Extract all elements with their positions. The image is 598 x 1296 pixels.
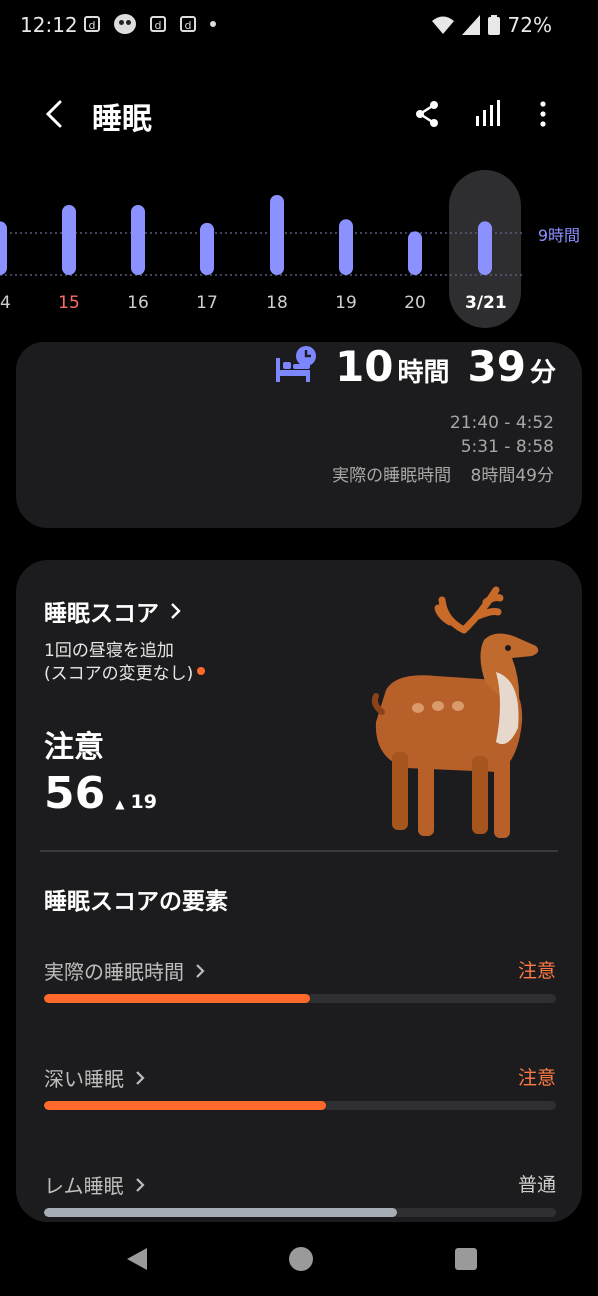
factor-status: 注意 [517,960,556,982]
bed-time-icon [276,346,316,382]
score-factor-item[interactable]: 深い睡眠 注意 [44,1063,556,1123]
factor-progress-track [44,1208,556,1217]
sleep-score-value: 56 [44,768,106,819]
d-app-icon: d [84,16,100,32]
actual-sleep-label: 実際の睡眠時間 [332,466,452,486]
notification-icons: d d d [84,14,216,34]
score-unchanged-text: (スコアの変更なし) [44,664,194,684]
sleep-bar-17[interactable] [200,222,214,275]
score-change-value: 19 [130,791,157,813]
chevron-right-icon [136,1070,145,1085]
battery-percent: 72% [507,13,552,37]
more-vert-icon [540,101,546,127]
score-factors-title: 睡眠スコアの要素 [44,889,228,915]
reference-line-label: 9時間 [537,226,580,245]
score-value-row: 56 ▲ 19 [44,768,157,819]
status-bar: 12:12 d d d 72% [0,0,598,52]
score-factor-item[interactable]: レム睡眠 普通 [44,1170,556,1230]
factor-progress-fill [44,1101,326,1110]
factor-progress-fill [44,1208,398,1217]
d-app-icon: d [150,16,166,32]
x-label-15[interactable]: 15 [49,293,89,313]
x-label-17[interactable]: 17 [187,293,227,313]
factor-progress-track [44,994,556,1003]
more-notifications-dot-icon [210,21,216,27]
factor-name: 深い睡眠 [44,1067,124,1091]
section-divider [40,850,558,852]
x-label-3-21[interactable]: 3/21 [465,293,507,313]
factor-status: 普通 [517,1174,556,1196]
score-unchanged-note: (スコアの変更なし) [44,659,206,684]
score-change: ▲ 19 [115,791,157,813]
factor-progress-track [44,1101,556,1110]
up-triangle-icon: ▲ [115,797,125,811]
total-sleep-duration: 10 時間 39 分 [335,342,556,391]
sleep-bar-16[interactable] [131,205,145,275]
factor-name: 実際の睡眠時間 [44,960,184,984]
more-options-button[interactable] [525,96,561,132]
sleep-period-1: 21:40 - 4:52 [449,413,554,433]
sleep-summary-card[interactable]: 10 時間 39 分 21:40 - 4:52 5:31 - 8:58 実際の睡… [16,342,582,528]
x-label-14[interactable]: 14 [0,293,20,313]
share-button[interactable] [409,96,445,132]
deer-mascot-illustration [371,586,539,838]
sleep-chart[interactable]: 9時間 14 15 16 17 18 19 20 3/21 [0,165,598,335]
nap-added-text: 1回の昼寝を追加 [44,641,174,661]
sleep-period-2: 5:31 - 8:58 [460,437,554,457]
sleep-bar-14[interactable] [0,221,7,275]
page-title: 睡眠 [92,102,152,137]
total-hours: 10 [335,342,394,391]
home-nav-icon[interactable] [288,1246,314,1272]
chevron-right-icon [196,963,205,978]
x-label-16[interactable]: 16 [118,293,158,313]
mascot-icon [114,14,136,34]
score-factor-item[interactable]: 実際の睡眠時間 注意 [44,956,556,1016]
chevron-right-icon [135,1177,145,1192]
sleep-score-card: 睡眠スコア 1回の昼寝を追加 (スコアの変更なし) 注意 56 ▲ 19 睡眠スコ… [16,560,582,1222]
factor-label: レム睡眠 [44,1170,146,1199]
back-arrow-icon [45,100,62,128]
app-header: 睡眠 [0,80,598,150]
sleep-bars [0,195,522,276]
factor-status: 注意 [517,1067,556,1089]
share-icon [416,101,438,127]
system-navigation-bar [0,1226,598,1296]
x-label-18[interactable]: 18 [257,293,297,313]
factor-progress-fill [44,994,311,1003]
actual-sleep-value: 8時間49分 [470,466,554,486]
sleep-bar-3-21[interactable] [478,221,492,275]
total-minutes: 39 [467,342,526,391]
wifi-icon [432,16,454,34]
battery-icon [488,15,500,35]
status-time: 12:12 [20,13,78,37]
factor-label: 深い睡眠 [44,1063,146,1092]
x-label-20[interactable]: 20 [395,293,435,313]
trends-button[interactable] [470,96,506,132]
sleep-bar-19[interactable] [339,219,353,275]
back-nav-icon[interactable] [124,1246,150,1272]
sleep-bar-15[interactable] [62,205,76,275]
actual-sleep-time-row: 実際の睡眠時間 8時間49分 [332,461,554,486]
sleep-score-link[interactable]: 睡眠スコア [44,594,183,628]
score-status: 注意 [44,730,104,765]
x-label-19[interactable]: 19 [326,293,366,313]
sleep-bar-20[interactable] [408,231,422,275]
sleep-score-title: 睡眠スコア [44,601,159,627]
factor-label: 実際の睡眠時間 [44,956,206,985]
hours-unit: 時間 [397,358,450,388]
signal-icon [462,15,480,35]
recents-nav-icon[interactable] [453,1246,479,1272]
minutes-unit: 分 [529,358,556,388]
sleep-bar-18[interactable] [270,195,284,275]
factor-name: レム睡眠 [44,1174,124,1198]
new-indicator-dot [197,667,206,675]
d-app-icon: d [180,16,196,32]
chevron-right-icon [171,603,181,619]
bar-chart-icon [476,100,500,126]
back-button[interactable] [36,96,72,132]
